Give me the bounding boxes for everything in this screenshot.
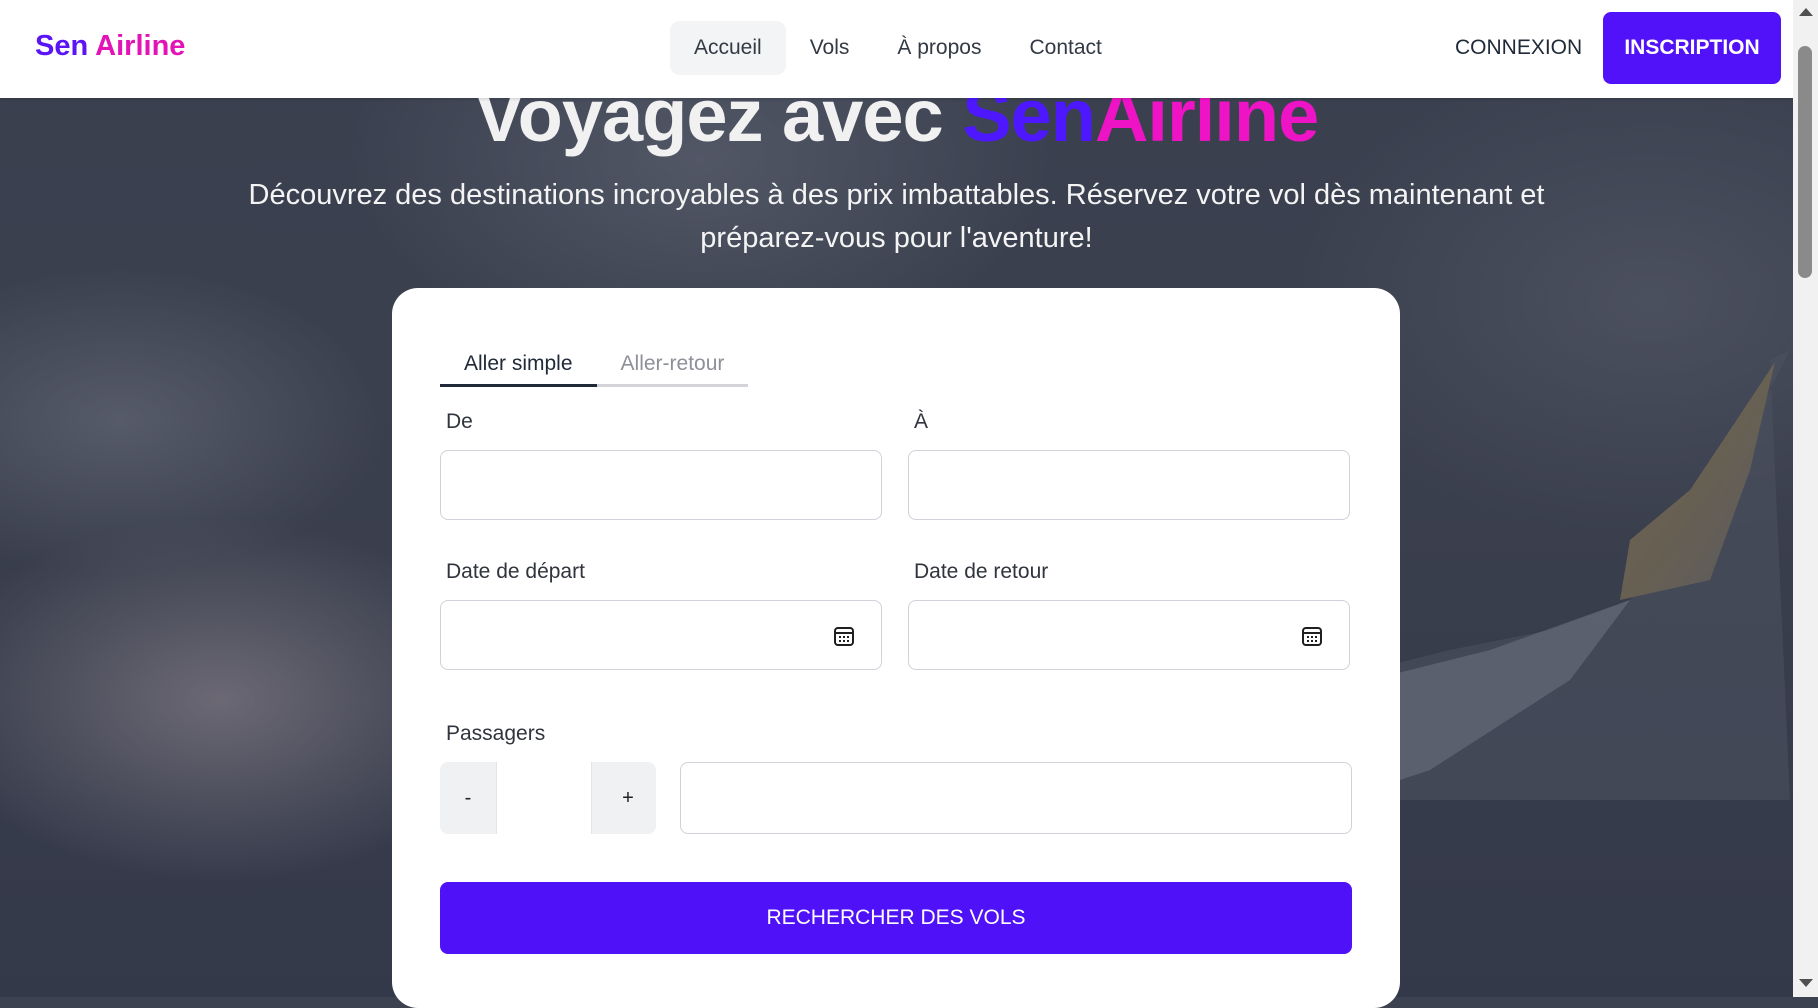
nav-link-contact[interactable]: Contact [1005, 21, 1125, 75]
departure-date-label: Date de départ [446, 560, 585, 583]
login-link[interactable]: CONNEXION [1455, 36, 1582, 60]
passengers-count-input[interactable] [496, 762, 592, 834]
to-label: À [914, 410, 929, 433]
trip-type-tabs: Aller simple Aller-retour [440, 344, 749, 387]
calendar-icon[interactable] [1301, 625, 1323, 647]
passengers-label: Passagers [446, 722, 546, 745]
calendar-icon[interactable] [833, 625, 855, 647]
logo[interactable]: Sen Airline [35, 30, 185, 63]
nav-links: Accueil Vols À propos Contact [670, 21, 1126, 75]
nav-link-accueil[interactable]: Accueil [670, 21, 786, 75]
navbar: Sen Airline Accueil Vols À propos Contac… [0, 0, 1793, 98]
from-input[interactable] [440, 450, 882, 520]
airplane-wing-image [1370, 350, 1790, 800]
hero-subtitle: Découvrez des destinations incroyables à… [248, 179, 1545, 254]
scrollbar-thumb[interactable] [1798, 46, 1812, 278]
scroll-up-arrow-icon[interactable] [1799, 8, 1813, 16]
decrement-button[interactable]: - [440, 762, 496, 834]
search-flights-button[interactable]: RECHERCHER DES VOLS [440, 882, 1352, 954]
nav-link-vols[interactable]: Vols [786, 21, 874, 75]
departure-date-input[interactable] [440, 600, 882, 670]
flight-search-card: Aller simple Aller-retour De À Date de d… [392, 288, 1400, 1008]
signup-button[interactable]: INSCRIPTION [1603, 12, 1781, 84]
from-label: De [446, 410, 473, 433]
scrollbar[interactable] [1793, 0, 1818, 997]
passengers-stepper: - + [440, 762, 656, 834]
class-select[interactable] [680, 762, 1352, 834]
tab-aller-retour[interactable]: Aller-retour [596, 344, 749, 387]
tab-aller-simple[interactable]: Aller simple [440, 344, 597, 387]
return-date-input[interactable] [908, 600, 1350, 670]
scroll-down-arrow-icon[interactable] [1799, 979, 1813, 987]
nav-link-a-propos[interactable]: À propos [873, 21, 1005, 75]
to-input[interactable] [908, 450, 1350, 520]
increment-button[interactable]: + [600, 762, 656, 834]
return-date-label: Date de retour [914, 560, 1049, 583]
